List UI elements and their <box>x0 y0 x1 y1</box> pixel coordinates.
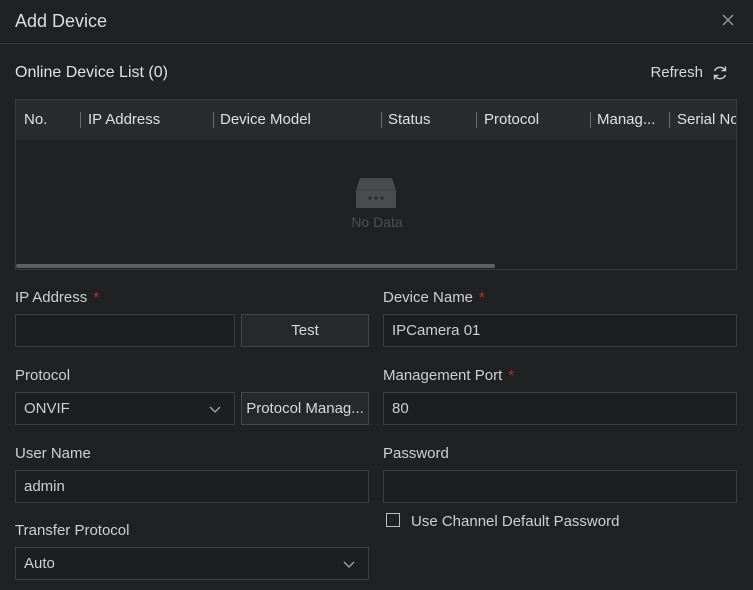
column-header-protocol[interactable]: Protocol <box>484 100 589 140</box>
device-name-label-text: Device Name <box>383 289 474 306</box>
protocol-selected-value: ONVIF <box>24 400 70 417</box>
protocol-select[interactable]: ONVIF <box>15 392 235 425</box>
empty-table-text: No Data <box>351 214 403 230</box>
management-port-label: Management Port * <box>383 367 514 384</box>
online-device-table: No. IP Address Device Model Status Proto… <box>15 99 737 270</box>
user-name-input[interactable]: admin <box>15 470 369 503</box>
refresh-icon <box>713 66 727 79</box>
column-divider[interactable] <box>80 112 81 128</box>
management-port-label-text: Management Port <box>383 367 503 384</box>
password-input[interactable] <box>383 470 737 503</box>
online-device-list-title: Online Device List (0) <box>15 64 168 81</box>
protocol-manage-button[interactable]: Protocol Manag... <box>241 392 369 425</box>
ip-address-label: IP Address * <box>15 289 99 306</box>
ip-address-input[interactable] <box>15 314 235 347</box>
column-divider[interactable] <box>669 112 670 128</box>
chevron-down-icon <box>343 561 355 568</box>
column-header-ip-address[interactable]: IP Address <box>88 100 208 140</box>
device-name-label: Device Name * <box>383 289 485 306</box>
column-header-status[interactable]: Status <box>388 100 478 140</box>
transfer-protocol-select[interactable]: Auto <box>15 547 369 580</box>
empty-box-icon <box>356 178 396 208</box>
refresh-label: Refresh <box>650 64 703 81</box>
column-divider[interactable] <box>381 112 382 128</box>
required-marker: * <box>508 367 515 384</box>
column-divider[interactable] <box>476 112 477 128</box>
column-divider[interactable] <box>213 112 214 128</box>
required-marker: * <box>479 289 485 306</box>
ip-address-label-text: IP Address <box>15 289 88 306</box>
required-marker: * <box>93 289 100 306</box>
user-name-label: User Name <box>15 445 91 462</box>
horizontal-scrollbar[interactable] <box>16 264 495 268</box>
protocol-label: Protocol <box>15 367 71 384</box>
transfer-protocol-selected-value: Auto <box>24 555 55 572</box>
column-header-device-model[interactable]: Device Model <box>220 100 380 140</box>
device-name-input[interactable]: IPCamera 01 <box>383 314 737 347</box>
chevron-down-icon <box>209 406 221 413</box>
close-icon[interactable] <box>719 11 737 29</box>
dialog-title: Add Device <box>15 11 108 31</box>
table-header: No. IP Address Device Model Status Proto… <box>16 100 736 140</box>
column-header-no[interactable]: No. <box>24 100 74 140</box>
column-header-management-port[interactable]: Manag... <box>597 100 667 140</box>
management-port-input[interactable]: 80 <box>383 392 737 425</box>
column-divider[interactable] <box>590 112 591 128</box>
add-device-dialog: Add Device Online Device List (0) Refres… <box>0 0 753 590</box>
password-label: Password <box>383 445 449 462</box>
use-default-password-label[interactable]: Use Channel Default Password <box>411 513 619 530</box>
use-default-password-checkbox[interactable] <box>386 513 400 527</box>
transfer-protocol-label: Transfer Protocol <box>15 522 130 539</box>
dialog-titlebar: Add Device <box>0 0 753 44</box>
column-header-serial-no[interactable]: Serial No <box>677 100 736 140</box>
test-button[interactable]: Test <box>241 314 369 347</box>
refresh-button[interactable]: Refresh <box>650 64 729 81</box>
